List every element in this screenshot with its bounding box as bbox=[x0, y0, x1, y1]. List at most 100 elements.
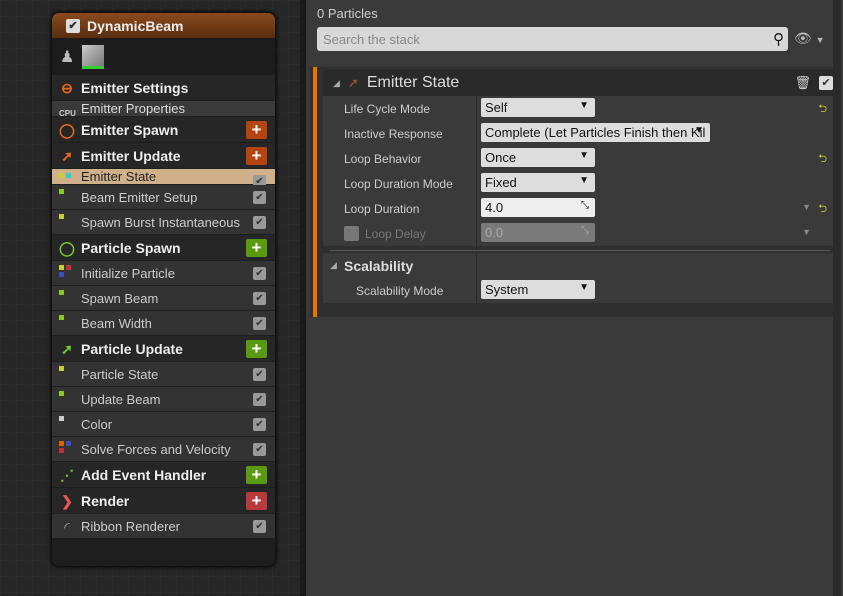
add-module-button[interactable]: + bbox=[246, 340, 267, 358]
event-signal-icon: ⋰ bbox=[60, 467, 74, 483]
property-label: Loop Behavior bbox=[344, 152, 422, 166]
module-color-icon bbox=[66, 441, 71, 446]
chevron-down-icon[interactable]: ▼ bbox=[802, 202, 811, 212]
module-enabled-checkbox[interactable]: ✔ bbox=[253, 393, 266, 406]
drag-handle-icon: ⤡ bbox=[581, 225, 589, 236]
row-label: Render bbox=[81, 492, 130, 509]
row-label: Emitter Properties bbox=[81, 101, 186, 116]
collapse-triangle-icon[interactable]: ◢ bbox=[330, 260, 337, 271]
module-color-icon bbox=[59, 391, 64, 396]
module-color-icon bbox=[59, 416, 64, 421]
stack-row-emitter-properties[interactable]: CPU Emitter Properties bbox=[52, 101, 275, 118]
stack-row-spawn-burst-instantaneous[interactable]: Spawn Burst Instantaneous ✔ bbox=[52, 210, 275, 235]
emitter-name: DynamicBeam bbox=[87, 17, 184, 34]
chevron-down-icon: ▼ bbox=[815, 35, 825, 45]
module-enabled-checkbox[interactable]: ✔ bbox=[253, 216, 266, 229]
chevron-down-icon[interactable]: ▼ bbox=[802, 227, 811, 237]
emitter-node-title[interactable]: ✔ DynamicBeam bbox=[52, 13, 275, 38]
scalability-header[interactable]: ◢ Scalability bbox=[323, 253, 833, 279]
module-enabled-checkbox[interactable]: ✔ bbox=[253, 443, 266, 456]
collapse-triangle-icon[interactable]: ◢ bbox=[333, 78, 340, 89]
update-arrow-icon: ➚ bbox=[61, 148, 73, 164]
drag-handle-icon: ⤡ bbox=[581, 200, 589, 211]
stack-row-ribbon-renderer[interactable]: ◜ Ribbon Renderer ✔ bbox=[52, 514, 275, 539]
property-row: Loop Duration Mode Fixed ▼ bbox=[323, 171, 833, 196]
reset-to-default-icon[interactable]: ⮌ bbox=[818, 150, 827, 169]
emitter-enabled-checkbox[interactable]: ✔ bbox=[66, 18, 80, 33]
add-module-button[interactable]: + bbox=[246, 466, 267, 484]
stack-row-emitter-update[interactable]: ➚ Emitter Update + bbox=[52, 143, 275, 169]
stack-row-add-event-handler[interactable]: ⋰ Add Event Handler + bbox=[52, 462, 275, 488]
value: Fixed bbox=[485, 175, 517, 190]
row-label: Emitter Update bbox=[81, 147, 181, 164]
chevron-down-icon: ▼ bbox=[579, 150, 589, 161]
module-enabled-checkbox[interactable]: ✔ bbox=[253, 520, 266, 533]
module-color-icon bbox=[59, 272, 64, 277]
stack-row-render[interactable]: ❯ Render + bbox=[52, 488, 275, 514]
stack-row-particle-update[interactable]: ➚ Particle Update + bbox=[52, 336, 275, 362]
stack-row-beam-emitter-setup[interactable]: Beam Emitter Setup ✔ bbox=[52, 185, 275, 210]
stack-row-update-beam[interactable]: Update Beam ✔ bbox=[52, 387, 275, 412]
spawn-ring-icon: ◯ bbox=[59, 122, 75, 138]
accent-bar bbox=[313, 67, 317, 317]
scalability-mode-dropdown[interactable]: System ▼ bbox=[481, 280, 595, 299]
property-row: Loop Duration 4.0 ⤡ ▼ ⮌ bbox=[323, 196, 833, 221]
view-options-button[interactable]: 👁 ▼ bbox=[794, 30, 825, 47]
property-row: Scalability Mode System ▼ bbox=[323, 278, 833, 303]
thumbnail bbox=[82, 44, 105, 69]
emitter-preview: ♟ bbox=[52, 38, 275, 75]
particle-count: 0 Particles bbox=[317, 6, 378, 21]
stack-row-spawn-beam[interactable]: Spawn Beam ✔ bbox=[52, 286, 275, 311]
value: Complete (Let Particles Finish then Kil bbox=[485, 125, 706, 140]
stack-row-initialize-particle[interactable]: Initialize Particle ✔ bbox=[52, 261, 275, 286]
module-color-icon bbox=[59, 265, 64, 270]
module-enabled-checkbox[interactable]: ✔ bbox=[819, 76, 833, 90]
stack-row-color[interactable]: Color ✔ bbox=[52, 412, 275, 437]
dropdown[interactable]: Complete (Let Particles Finish then Kil ▼ bbox=[481, 123, 710, 142]
section-header[interactable]: ◢ ➚ Emitter State 🗑 ✔ bbox=[323, 70, 833, 96]
render-icon: ❯ bbox=[61, 493, 73, 509]
stack-panel: 0 Particles Search the stack ⚲ 👁 ▼ ◢ ➚ E… bbox=[306, 0, 843, 596]
stack-row-emitter-spawn[interactable]: ◯ Emitter Spawn + bbox=[52, 117, 275, 143]
search-input[interactable]: Search the stack ⚲ bbox=[317, 27, 788, 51]
module-enabled-checkbox[interactable]: ✔ bbox=[253, 418, 266, 431]
module-enabled-checkbox[interactable]: ✔ bbox=[253, 292, 266, 305]
module-enabled-checkbox[interactable]: ✔ bbox=[253, 191, 266, 204]
stack-row-emitter-state[interactable]: Emitter State ✔ bbox=[52, 169, 275, 188]
row-label: Particle Update bbox=[81, 340, 183, 357]
chevron-down-icon: ▼ bbox=[579, 175, 589, 186]
module-enabled-checkbox[interactable]: ✔ bbox=[253, 368, 266, 381]
property-label: Life Cycle Mode bbox=[344, 102, 431, 116]
loop-delay-checkbox[interactable] bbox=[344, 226, 359, 241]
column-splitter[interactable] bbox=[476, 253, 477, 303]
module-enabled-checkbox[interactable]: ✔ bbox=[253, 317, 266, 330]
add-module-button[interactable]: + bbox=[246, 492, 267, 510]
dropdown[interactable]: Fixed ▼ bbox=[481, 173, 595, 192]
stack-row-solve-forces-and-velocity[interactable]: Solve Forces and Velocity ✔ bbox=[52, 437, 275, 462]
reset-to-default-icon[interactable]: ⮌ bbox=[818, 200, 827, 219]
emitter-node[interactable]: ✔ DynamicBeam ♟ ⊖ Emitter Settings CPU Emit… bbox=[51, 12, 276, 567]
delete-icon[interactable]: 🗑 bbox=[794, 75, 811, 91]
numeric-input[interactable]: 0.0 ⤡ bbox=[481, 223, 595, 242]
row-label: Color bbox=[81, 416, 113, 432]
add-module-button[interactable]: + bbox=[246, 147, 267, 165]
dropdown[interactable]: Once ▼ bbox=[481, 148, 595, 167]
stack-row-beam-width[interactable]: Beam Width ✔ bbox=[52, 311, 275, 336]
column-splitter[interactable] bbox=[476, 96, 477, 251]
stack-row-particle-spawn[interactable]: ◯ Particle Spawn + bbox=[52, 235, 275, 261]
section-title: Emitter State bbox=[366, 74, 460, 91]
module-color-icon bbox=[59, 366, 64, 371]
update-arrow-icon: ➚ bbox=[347, 75, 359, 90]
stack-row-particle-state[interactable]: Particle State ✔ bbox=[52, 362, 275, 387]
reset-to-default-icon[interactable]: ⮌ bbox=[818, 100, 827, 119]
numeric-input[interactable]: 4.0 ⤡ bbox=[481, 198, 595, 217]
dropdown[interactable]: Self ▼ bbox=[481, 98, 595, 117]
scrollbar[interactable] bbox=[833, 0, 841, 596]
dropdown-value: System bbox=[485, 282, 529, 297]
row-label: Beam Emitter Setup bbox=[81, 189, 198, 205]
add-module-button[interactable]: + bbox=[246, 239, 267, 257]
module-enabled-checkbox[interactable]: ✔ bbox=[253, 267, 266, 280]
stack-row-emitter-settings[interactable]: ⊖ Emitter Settings bbox=[52, 75, 275, 101]
search-placeholder: Search the stack bbox=[323, 32, 420, 47]
add-module-button[interactable]: + bbox=[246, 121, 267, 139]
